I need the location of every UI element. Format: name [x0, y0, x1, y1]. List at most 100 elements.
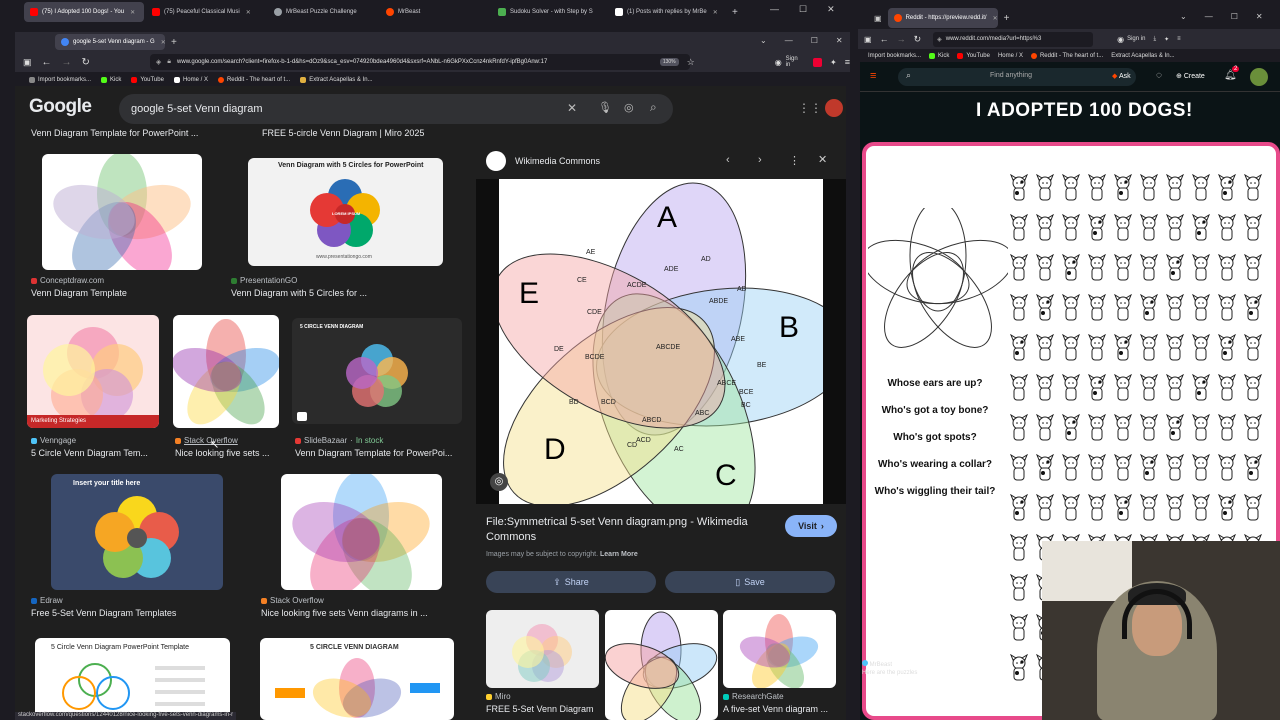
new-tab-button[interactable]: +	[1004, 13, 1010, 24]
result-thumb-presentationgo[interactable]: Venn Diagram with 5 Circles for PowerPoi…	[248, 158, 443, 266]
minimize-icon[interactable]: —	[1205, 12, 1213, 21]
menu-icon[interactable]: ≡	[1177, 36, 1181, 42]
reload-icon[interactable]: ↻	[82, 57, 90, 68]
address-bar[interactable]: ◈ www.reddit.com/media?url=https%3	[933, 31, 1094, 47]
back-icon[interactable]: ←	[880, 34, 889, 44]
result-thumb-slidebazaar[interactable]: 5 CIRCLE VENN DIAGRAM	[292, 318, 462, 424]
result-thumb-conceptdraw[interactable]	[42, 154, 202, 270]
result-title[interactable]: Venn Diagram Template for PowerPoi...	[295, 448, 465, 458]
forward-icon[interactable]: →	[62, 57, 72, 68]
bookmark-kick[interactable]: Kick	[929, 53, 949, 59]
sidebar-icon[interactable]: ▣	[864, 35, 872, 44]
related-title[interactable]: A five-set Venn diagram ...	[723, 704, 836, 714]
mic-icon[interactable]: 🎙︎	[598, 101, 612, 114]
apps-icon[interactable]: ⋮⋮	[798, 101, 822, 115]
close-icon[interactable]: ✕	[1256, 12, 1263, 21]
bookmark-import[interactable]: Import bookmarks...	[868, 53, 921, 59]
sidebar-icon[interactable]: ▣	[23, 57, 32, 68]
forward-icon[interactable]: →	[897, 34, 906, 44]
extensions-icon[interactable]: ✦	[830, 58, 837, 67]
result-thumb-stackoverflow-2[interactable]	[281, 474, 442, 590]
camera-icon[interactable]: ◎	[624, 101, 634, 114]
close-tab-icon[interactable]: ✕	[993, 15, 998, 22]
account-icon[interactable]: ◉	[1117, 35, 1124, 44]
top-caption-2[interactable]: FREE 5-circle Venn Diagram | Miro 2025	[262, 128, 462, 138]
maximize-icon[interactable]: ☐	[811, 36, 818, 45]
more-options-icon[interactable]: ⋮	[789, 154, 800, 167]
result-title[interactable]: Free 5-Set Venn Diagram Templates	[31, 608, 251, 618]
minimize-icon[interactable]: —	[785, 36, 793, 45]
sign-in-link[interactable]: Sign in	[1127, 36, 1145, 42]
hamburger-icon[interactable]: ≡	[870, 70, 876, 82]
tab-4[interactable]: Sudoku Solver - with Step by S	[492, 2, 607, 22]
related-thumb-2[interactable]	[605, 610, 718, 720]
download-icon[interactable]: ⤓	[1153, 36, 1156, 43]
bookmark-acapellas[interactable]: Extract Acapellas & In...	[300, 77, 373, 83]
preview-site-name[interactable]: Wikimedia Commons	[515, 156, 600, 166]
shield-icon[interactable]: ◈	[937, 36, 942, 43]
lens-icon[interactable]: ◎	[490, 473, 508, 491]
visit-button[interactable]: Visit ›	[785, 515, 837, 537]
menu-icon[interactable]: ≡	[845, 57, 850, 67]
top-caption-1[interactable]: Venn Diagram Template for PowerPoint ...	[31, 128, 231, 138]
preview-title[interactable]: File:Symmetrical 5-set Venn diagram.png …	[486, 515, 766, 545]
tab-2[interactable]: MrBeast Puzzle Challenge	[268, 2, 378, 22]
maximize-icon[interactable]: ☐	[799, 4, 807, 15]
bookmark-kick[interactable]: Kick	[101, 77, 121, 83]
result-title[interactable]: Venn Diagram with 5 Circles for ...	[231, 288, 461, 298]
related-title[interactable]: FREE 5-Set Venn Diagram ...	[486, 704, 596, 714]
new-tab-button[interactable]: +	[171, 37, 177, 48]
close-tab-icon[interactable]: ✕	[246, 9, 251, 16]
next-image-icon[interactable]: ›	[758, 154, 762, 166]
related-thumb-1[interactable]	[486, 610, 599, 688]
lock-icon[interactable]: 🔒︎	[167, 58, 171, 66]
avatar[interactable]	[1250, 68, 1268, 86]
extension-icon[interactable]	[813, 57, 823, 67]
ask-button[interactable]: ◆ Ask	[1112, 72, 1131, 80]
close-icon[interactable]: ✕	[836, 36, 843, 45]
result-title[interactable]: 5 Circle Venn Diagram Tem...	[31, 448, 161, 458]
close-tab-icon[interactable]: ✕	[130, 9, 135, 16]
google-logo[interactable]: Google	[29, 96, 92, 118]
zoom-badge[interactable]: 130%	[659, 58, 679, 66]
extensions-icon[interactable]: ✦	[1164, 36, 1169, 43]
close-tab-icon[interactable]: ✕	[713, 9, 718, 16]
prev-image-icon[interactable]: ‹	[726, 154, 730, 166]
result-title[interactable]: Nice looking five sets ...	[175, 448, 285, 458]
tab-5[interactable]: (1) Posts with replies by MrBe ✕	[609, 2, 724, 22]
inner-tab[interactable]: google 5-set Venn diagram - G ✕	[55, 34, 165, 50]
minimize-icon[interactable]: —	[770, 4, 779, 15]
bookmark-reddit[interactable]: Reddit - The heart of t...	[1030, 53, 1103, 59]
avatar[interactable]	[825, 99, 843, 117]
search-input[interactable]: google 5-set Venn diagram	[131, 103, 262, 115]
result-title[interactable]: Venn Diagram Template	[31, 288, 231, 298]
bookmark-reddit[interactable]: Reddit - The heart of t...	[217, 77, 290, 83]
result-title[interactable]: Nice looking five sets Venn diagrams in …	[261, 608, 491, 618]
close-preview-icon[interactable]: ✕	[818, 153, 827, 166]
tab-0[interactable]: (75) I Adopted 100 Dogs! - You ✕	[24, 2, 144, 22]
search-field[interactable]: ⌕ Find anything ◆ Ask	[898, 68, 1136, 86]
shield-icon[interactable]: ◈	[156, 58, 161, 66]
preview-image-frame[interactable]: A B C D E AE ADE AD AB CE ACDE ABDE CDE ABCDE ABE…	[476, 179, 846, 535]
bookmark-star-icon[interactable]: ☆	[687, 57, 695, 68]
related-thumb-3[interactable]	[723, 610, 836, 688]
create-button[interactable]: ⊕ Create	[1176, 72, 1205, 80]
address-bar[interactable]: ◈ 🔒︎ www.google.com/search?client=firefo…	[149, 54, 690, 70]
reload-icon[interactable]: ↻	[914, 34, 922, 45]
site-logo-icon[interactable]	[486, 151, 506, 171]
new-tab-button[interactable]: +	[726, 2, 744, 22]
tab-3[interactable]: MrBeast	[380, 2, 490, 22]
back-icon[interactable]: ←	[42, 57, 52, 68]
chat-icon[interactable]: ◌	[1156, 70, 1162, 81]
bookmark-x[interactable]: Home / X	[173, 77, 208, 83]
result-thumb-edraw[interactable]: Insert your title here	[51, 474, 223, 590]
result-thumb-stackoverflow[interactable]	[173, 315, 279, 428]
tab-reddit[interactable]: Reddit - https://preview.redd.it/✕	[887, 8, 998, 28]
list-tabs-icon[interactable]: ⌄	[1180, 12, 1187, 21]
bookmark-acapellas[interactable]: Extract Acapellas & In...	[1111, 53, 1174, 59]
learn-more-link[interactable]: Learn More	[600, 551, 638, 558]
share-button[interactable]: ⇪ Share	[486, 571, 656, 593]
bookmark-youtube[interactable]: YouTube	[131, 77, 164, 83]
post-author[interactable]: MrBeast	[870, 662, 892, 668]
search-icon[interactable]: ⌕	[650, 100, 657, 115]
